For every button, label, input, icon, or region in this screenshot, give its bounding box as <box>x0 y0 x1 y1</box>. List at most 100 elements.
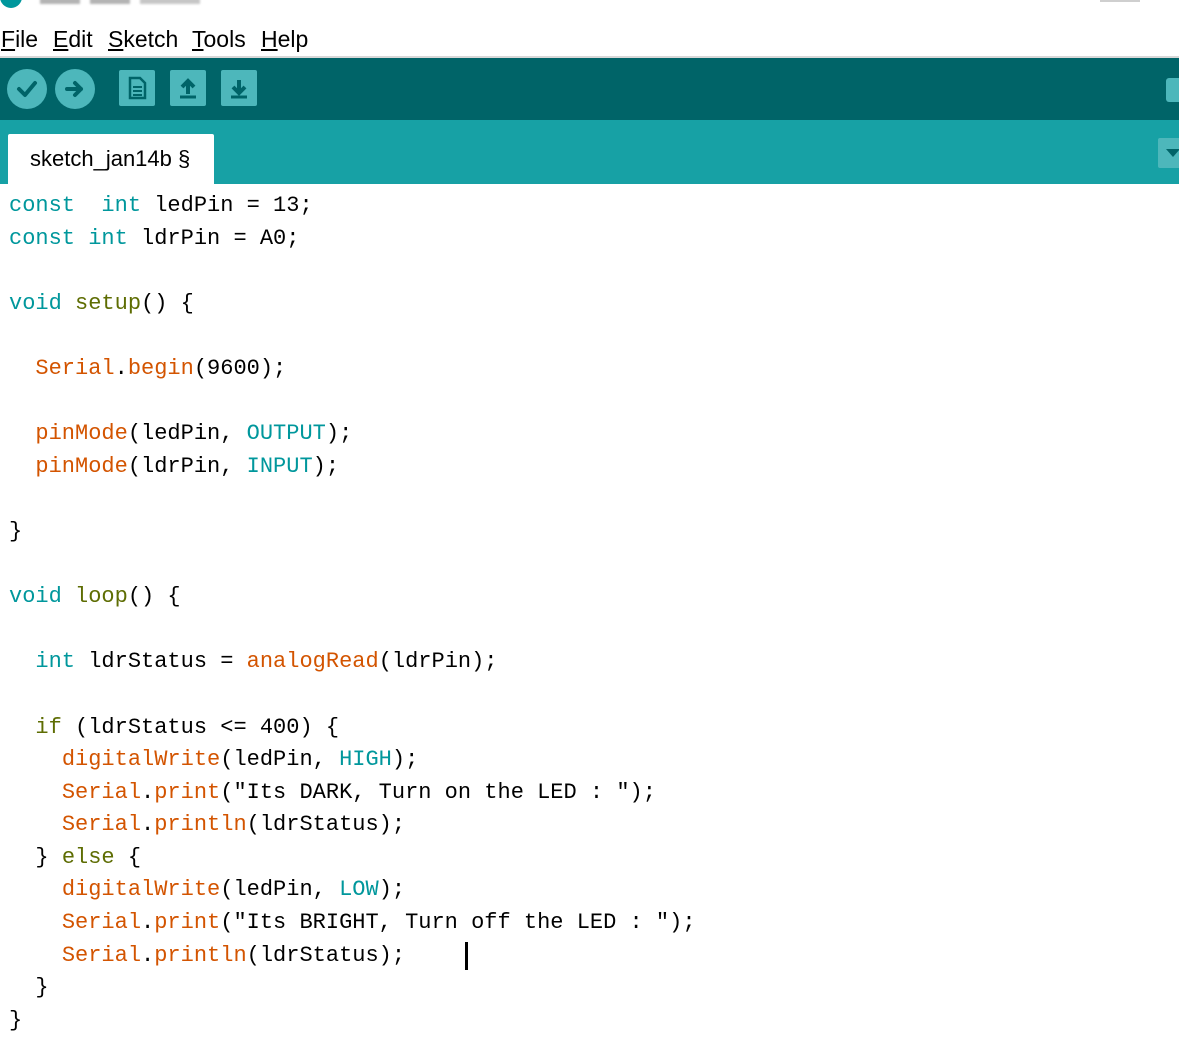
new-file-icon <box>128 76 147 100</box>
code-token: (ldrStatus); <box>246 942 406 968</box>
code-token: int <box>101 193 142 218</box>
window-controls[interactable] <box>1100 0 1140 2</box>
code-token: else <box>61 844 115 870</box>
code-token: println <box>154 942 247 968</box>
code-line: } <box>9 1005 696 1038</box>
code-token: setup <box>61 290 142 316</box>
code-token: digitalWrite <box>61 877 221 903</box>
arrow-right-icon <box>65 81 83 97</box>
code-token: () { <box>127 584 181 610</box>
code-token: } <box>9 518 23 544</box>
code-token: void <box>9 584 62 610</box>
code-token: ldrStatus = <box>75 649 247 675</box>
title-bar <box>0 0 1179 22</box>
code-token: LOW <box>339 877 379 903</box>
code-line: } else { <box>9 842 696 875</box>
code-token: } <box>9 975 49 1001</box>
code-token: if <box>35 714 62 740</box>
code-line: if (ldrStatus <= 400) { <box>9 712 696 745</box>
tab-sketch[interactable]: sketch_jan14b § <box>8 134 214 184</box>
code-token: ); <box>378 877 406 903</box>
verify-button[interactable] <box>7 69 47 109</box>
code-token: void <box>9 290 62 316</box>
open-button[interactable] <box>170 70 206 106</box>
code-line: pinMode(ldrPin, INPUT); <box>9 451 696 484</box>
code-token: ("Its DARK, Turn on the LED : "); <box>220 779 656 805</box>
save-button[interactable] <box>221 70 257 106</box>
code-token: { <box>114 844 142 870</box>
menu-edit[interactable]: Edit <box>53 24 93 54</box>
toolbar <box>0 58 1179 120</box>
tab-menu-button[interactable] <box>1158 138 1179 168</box>
code-editor[interactable]: const int ledPin = 13; const int ldrPin =… <box>0 184 1179 1038</box>
tab-label: sketch_jan14b § <box>30 146 191 171</box>
code-token: . <box>141 910 155 936</box>
code-token: pinMode <box>35 421 128 447</box>
code-token: print <box>154 779 221 805</box>
arrow-up-icon <box>180 78 196 99</box>
serial-monitor-button[interactable] <box>1166 78 1179 102</box>
code-token: ); <box>325 421 353 447</box>
code-token: Serial <box>61 942 142 968</box>
code-text: const int ledPin = 13; const int ldrPin =… <box>9 190 696 1037</box>
code-token: () { <box>141 290 194 316</box>
code-token: println <box>154 812 247 838</box>
code-token: OUTPUT <box>246 421 326 447</box>
code-line: } <box>9 516 696 549</box>
code-token: const <box>9 193 76 218</box>
code-token: ("Its BRIGHT, Turn off the LED : "); <box>220 910 696 936</box>
code-token: . <box>141 779 155 805</box>
tab-bar: sketch_jan14b § <box>0 120 1179 184</box>
code-token: (ldrStatus <= 400) { <box>61 714 340 740</box>
code-token: (ledPin, <box>220 877 340 903</box>
menu-file[interactable]: File <box>1 24 38 54</box>
code-line: pinMode(ledPin, OUTPUT); <box>9 418 696 451</box>
code-token: INPUT <box>246 453 313 479</box>
menu-tools[interactable]: Tools <box>192 24 246 54</box>
code-token: . <box>141 812 155 838</box>
code-token: Serial <box>61 779 142 805</box>
code-token: loop <box>61 584 128 610</box>
code-token: analogRead <box>246 649 379 675</box>
text-cursor <box>465 942 468 970</box>
new-button[interactable] <box>119 70 155 106</box>
code-token: . <box>141 942 155 968</box>
menu-sketch[interactable]: Sketch <box>108 24 178 54</box>
code-token: } <box>9 844 62 870</box>
upload-button[interactable] <box>55 69 95 109</box>
code-token: begin <box>127 355 194 381</box>
code-token: pinMode <box>35 453 128 479</box>
code-token: Serial <box>61 910 142 936</box>
code-line: digitalWrite(ledPin, HIGH); <box>9 744 696 777</box>
menu-help[interactable]: Help <box>261 24 308 54</box>
code-token: int <box>35 649 76 675</box>
code-token: int <box>75 225 128 251</box>
code-line: void loop() { <box>9 581 696 614</box>
code-line: Serial.print("Its BRIGHT, Turn off the L… <box>9 907 696 940</box>
code-token: ); <box>312 453 340 479</box>
chevron-down-icon <box>1166 149 1179 157</box>
window-title <box>40 0 340 4</box>
code-token: HIGH <box>339 747 392 773</box>
code-token: (ldrPin, <box>127 453 247 479</box>
code-line: void setup() { <box>9 288 696 321</box>
checkmark-icon <box>17 81 37 97</box>
arrow-down-icon <box>231 80 247 99</box>
code-line: } <box>9 972 696 1005</box>
